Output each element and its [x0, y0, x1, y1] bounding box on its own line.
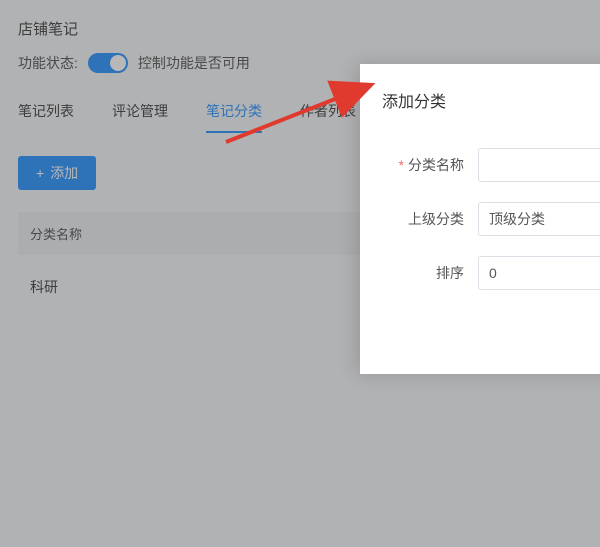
- add-category-modal: 添加分类 *分类名称 上级分类 顶级分类 排序: [360, 64, 600, 374]
- name-input[interactable]: [478, 148, 600, 182]
- form-row-parent: 上级分类 顶级分类: [382, 202, 600, 236]
- sort-label: 排序: [382, 263, 478, 283]
- parent-select-value: 顶级分类: [489, 209, 545, 229]
- tab-note-list[interactable]: 笔记列表: [18, 101, 74, 133]
- form-row-name: *分类名称: [382, 148, 600, 182]
- table-cell-name: 科研: [30, 279, 58, 295]
- feature-status-label: 功能状态:: [18, 53, 78, 73]
- tab-note-category[interactable]: 笔记分类: [206, 101, 262, 133]
- parent-label: 上级分类: [382, 209, 478, 229]
- parent-select[interactable]: 顶级分类: [478, 202, 600, 236]
- form-row-sort: 排序: [382, 256, 600, 290]
- add-button-label: 添加: [50, 163, 78, 183]
- tab-author-list[interactable]: 作者列表: [300, 101, 356, 133]
- tab-comment-manage[interactable]: 评论管理: [112, 101, 168, 133]
- feature-toggle[interactable]: [88, 53, 128, 73]
- name-label: *分类名称: [382, 155, 478, 175]
- feature-hint: 控制功能是否可用: [138, 53, 250, 73]
- page-title: 店铺笔记: [18, 18, 582, 39]
- required-asterisk-icon: *: [399, 157, 404, 173]
- plus-icon: +: [36, 166, 44, 180]
- modal-title: 添加分类: [382, 88, 600, 112]
- add-button[interactable]: + 添加: [18, 156, 96, 190]
- sort-input[interactable]: [478, 256, 600, 290]
